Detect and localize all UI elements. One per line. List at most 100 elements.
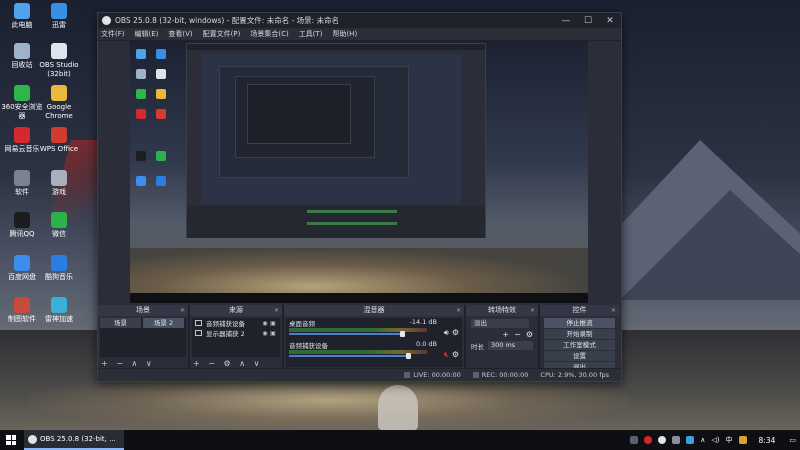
channel-name: 音频捕获设备	[289, 342, 328, 350]
controls-buttons: 停止推流 开始录制 工作室模式 设置 退出	[542, 317, 617, 373]
windows-logo-icon	[6, 435, 16, 445]
source-item[interactable]: 音频捕获设备 ◉ ▣	[192, 318, 280, 328]
menu-profile[interactable]: 配置文件(P)	[203, 29, 241, 39]
obs-titlebar[interactable]: OBS 25.0.8 (32-bit, windows) - 配置文件: 未命名…	[98, 13, 621, 28]
preview-desktop-icon	[136, 176, 146, 186]
tray-app-icon[interactable]	[738, 436, 747, 444]
live-indicator-icon	[404, 372, 411, 378]
scenes-dock-title: 场景 ✕	[98, 305, 188, 316]
scene-item-selected[interactable]: 场景 2	[143, 318, 184, 328]
nested-titlebar	[187, 44, 485, 50]
stop-streaming-button[interactable]: 停止推流	[544, 318, 615, 328]
nested-meter	[307, 210, 397, 213]
fader-knob[interactable]	[400, 331, 406, 337]
volume-icon[interactable]: ◁)	[711, 436, 719, 444]
desktop-icon-label: WPS Office	[39, 145, 79, 153]
close-button[interactable]: ✕	[599, 16, 621, 26]
system-tray: ∧ ◁) 中 8:34 ▭	[630, 430, 800, 450]
preview-desktop-icon	[156, 109, 166, 119]
desktop-icon-label: 迅雷	[52, 21, 66, 29]
desktop-icon-label: 网易云音乐	[4, 145, 40, 153]
duration-label: 时长	[471, 342, 484, 351]
start-button[interactable]	[0, 430, 22, 450]
desktop-icon[interactable]: 微信	[37, 212, 81, 239]
wallpaper-mountain	[620, 190, 800, 300]
minimize-button[interactable]: —	[555, 16, 577, 26]
desktop-icon-label: 酷狗音乐	[45, 273, 73, 281]
sources-dock-title: 来源 ✕	[190, 305, 282, 316]
visibility-eye-icon[interactable]: ◉	[261, 330, 269, 337]
ime-indicator[interactable]: 中	[726, 435, 733, 445]
add-transition-button[interactable]: +	[502, 330, 509, 339]
menu-view[interactable]: 查看(V)	[168, 29, 192, 39]
wallpaper-figure	[378, 385, 418, 430]
scenes-toolbar[interactable]: + − ∧ ∨	[101, 359, 155, 368]
obs-statusbar: LIVE: 00:00:00 REC: 00:00:00 CPU: 2.9%, …	[98, 368, 621, 381]
source-label: 音频捕获设备	[206, 320, 245, 328]
source-item[interactable]: 显示器捕获 2 ◉ ▣	[192, 328, 280, 338]
lock-icon[interactable]: ▣	[269, 330, 277, 337]
transitions-dock: 转场特效 ✕ 淡出 + − ⚙ 时长 300 ms	[466, 305, 540, 369]
studio-mode-button[interactable]: 工作室模式	[544, 340, 615, 350]
speaker-icon[interactable]: 🔊︎	[444, 328, 449, 338]
tray-app-icon[interactable]	[658, 436, 667, 444]
volume-fader[interactable]	[289, 355, 408, 357]
gear-icon[interactable]: ⚙	[526, 330, 533, 339]
preview-desktop-icon	[136, 49, 146, 59]
remove-transition-button[interactable]: −	[514, 330, 521, 339]
lock-icon[interactable]: ▣	[269, 320, 277, 327]
desktop-icon[interactable]: 酷狗音乐	[37, 255, 81, 282]
app-icon	[14, 127, 30, 143]
mixer-channels: 桌面音频 -14.1 dB 🔊︎ ⚙ 音频捕获设备 0.0 dB 🔇︎ ⚙	[286, 318, 462, 367]
speaker-muted-icon[interactable]: 🔇︎	[444, 350, 449, 360]
tray-app-icon[interactable]	[630, 436, 639, 444]
desktop-icon[interactable]: Google Chrome	[37, 85, 81, 121]
desktop-icon[interactable]: 雷神加速	[37, 297, 81, 324]
desktop-icon[interactable]: 迅雷	[37, 3, 81, 30]
scenes-dock: 场景 ✕ 场景 场景 2 + − ∧ ∨	[98, 305, 190, 369]
chevron-up-icon[interactable]: ∧	[700, 436, 705, 444]
channel-db: 0.0 dB	[416, 340, 437, 348]
gear-icon[interactable]: ⚙	[452, 328, 459, 338]
app-icon	[14, 170, 30, 186]
desktop-icon-label: 雷神加速	[45, 315, 73, 323]
menu-tools[interactable]: 工具(T)	[299, 29, 323, 39]
settings-button[interactable]: 设置	[544, 351, 615, 361]
desktop-icon[interactable]: WPS Office	[37, 127, 81, 154]
taskbar-clock[interactable]: 8:34	[759, 436, 776, 445]
maximize-button[interactable]: ☐	[577, 16, 599, 26]
app-icon	[51, 85, 67, 101]
volume-fader[interactable]	[289, 333, 403, 335]
menu-scene-collection[interactable]: 场景集合(C)	[250, 29, 288, 39]
menu-help[interactable]: 帮助(H)	[332, 29, 357, 39]
preview-desktop-icon	[156, 49, 166, 59]
desktop-icon[interactable]: OBS Studio (32bit)	[37, 43, 81, 79]
preview-desktop-icon	[156, 176, 166, 186]
nested-preview-level4	[247, 84, 351, 144]
tray-app-icon[interactable]	[686, 436, 695, 444]
tray-app-icon[interactable]	[644, 436, 653, 444]
tray-app-icon[interactable]	[672, 436, 681, 444]
desktop-icon-label: 腾讯QQ	[9, 230, 35, 238]
taskbar-app-label: OBS 25.0.8 (32-bit, ...	[40, 435, 116, 443]
obs-preview[interactable]	[130, 41, 588, 303]
gear-icon[interactable]: ⚙	[452, 350, 459, 360]
desktop-icon[interactable]: 游戏	[37, 170, 81, 197]
fader-knob[interactable]	[405, 353, 411, 359]
menu-edit[interactable]: 编辑(E)	[135, 29, 159, 39]
desktop-icon-label: 软件	[15, 188, 29, 196]
start-recording-button[interactable]: 开始录制	[544, 329, 615, 339]
rec-indicator-icon	[472, 372, 479, 378]
obs-logo-icon	[102, 16, 111, 25]
scene-item[interactable]: 场景	[100, 318, 141, 328]
transition-select[interactable]: 淡出	[471, 319, 529, 328]
duration-input[interactable]: 300 ms	[488, 341, 533, 350]
taskbar-obs-app[interactable]: OBS 25.0.8 (32-bit, ...	[24, 430, 124, 450]
menu-file[interactable]: 文件(F)	[101, 29, 125, 39]
scenes-list: 场景 场景 2	[100, 318, 186, 357]
notification-icon[interactable]: ▭	[789, 436, 796, 444]
preview-desktop-icon	[156, 151, 166, 161]
visibility-eye-icon[interactable]: ◉	[261, 320, 269, 327]
sources-toolbar[interactable]: + − ⚙ ∧ ∨	[193, 359, 262, 368]
controls-dock: 控件 ✕ 停止推流 开始录制 工作室模式 设置 退出	[540, 305, 619, 372]
